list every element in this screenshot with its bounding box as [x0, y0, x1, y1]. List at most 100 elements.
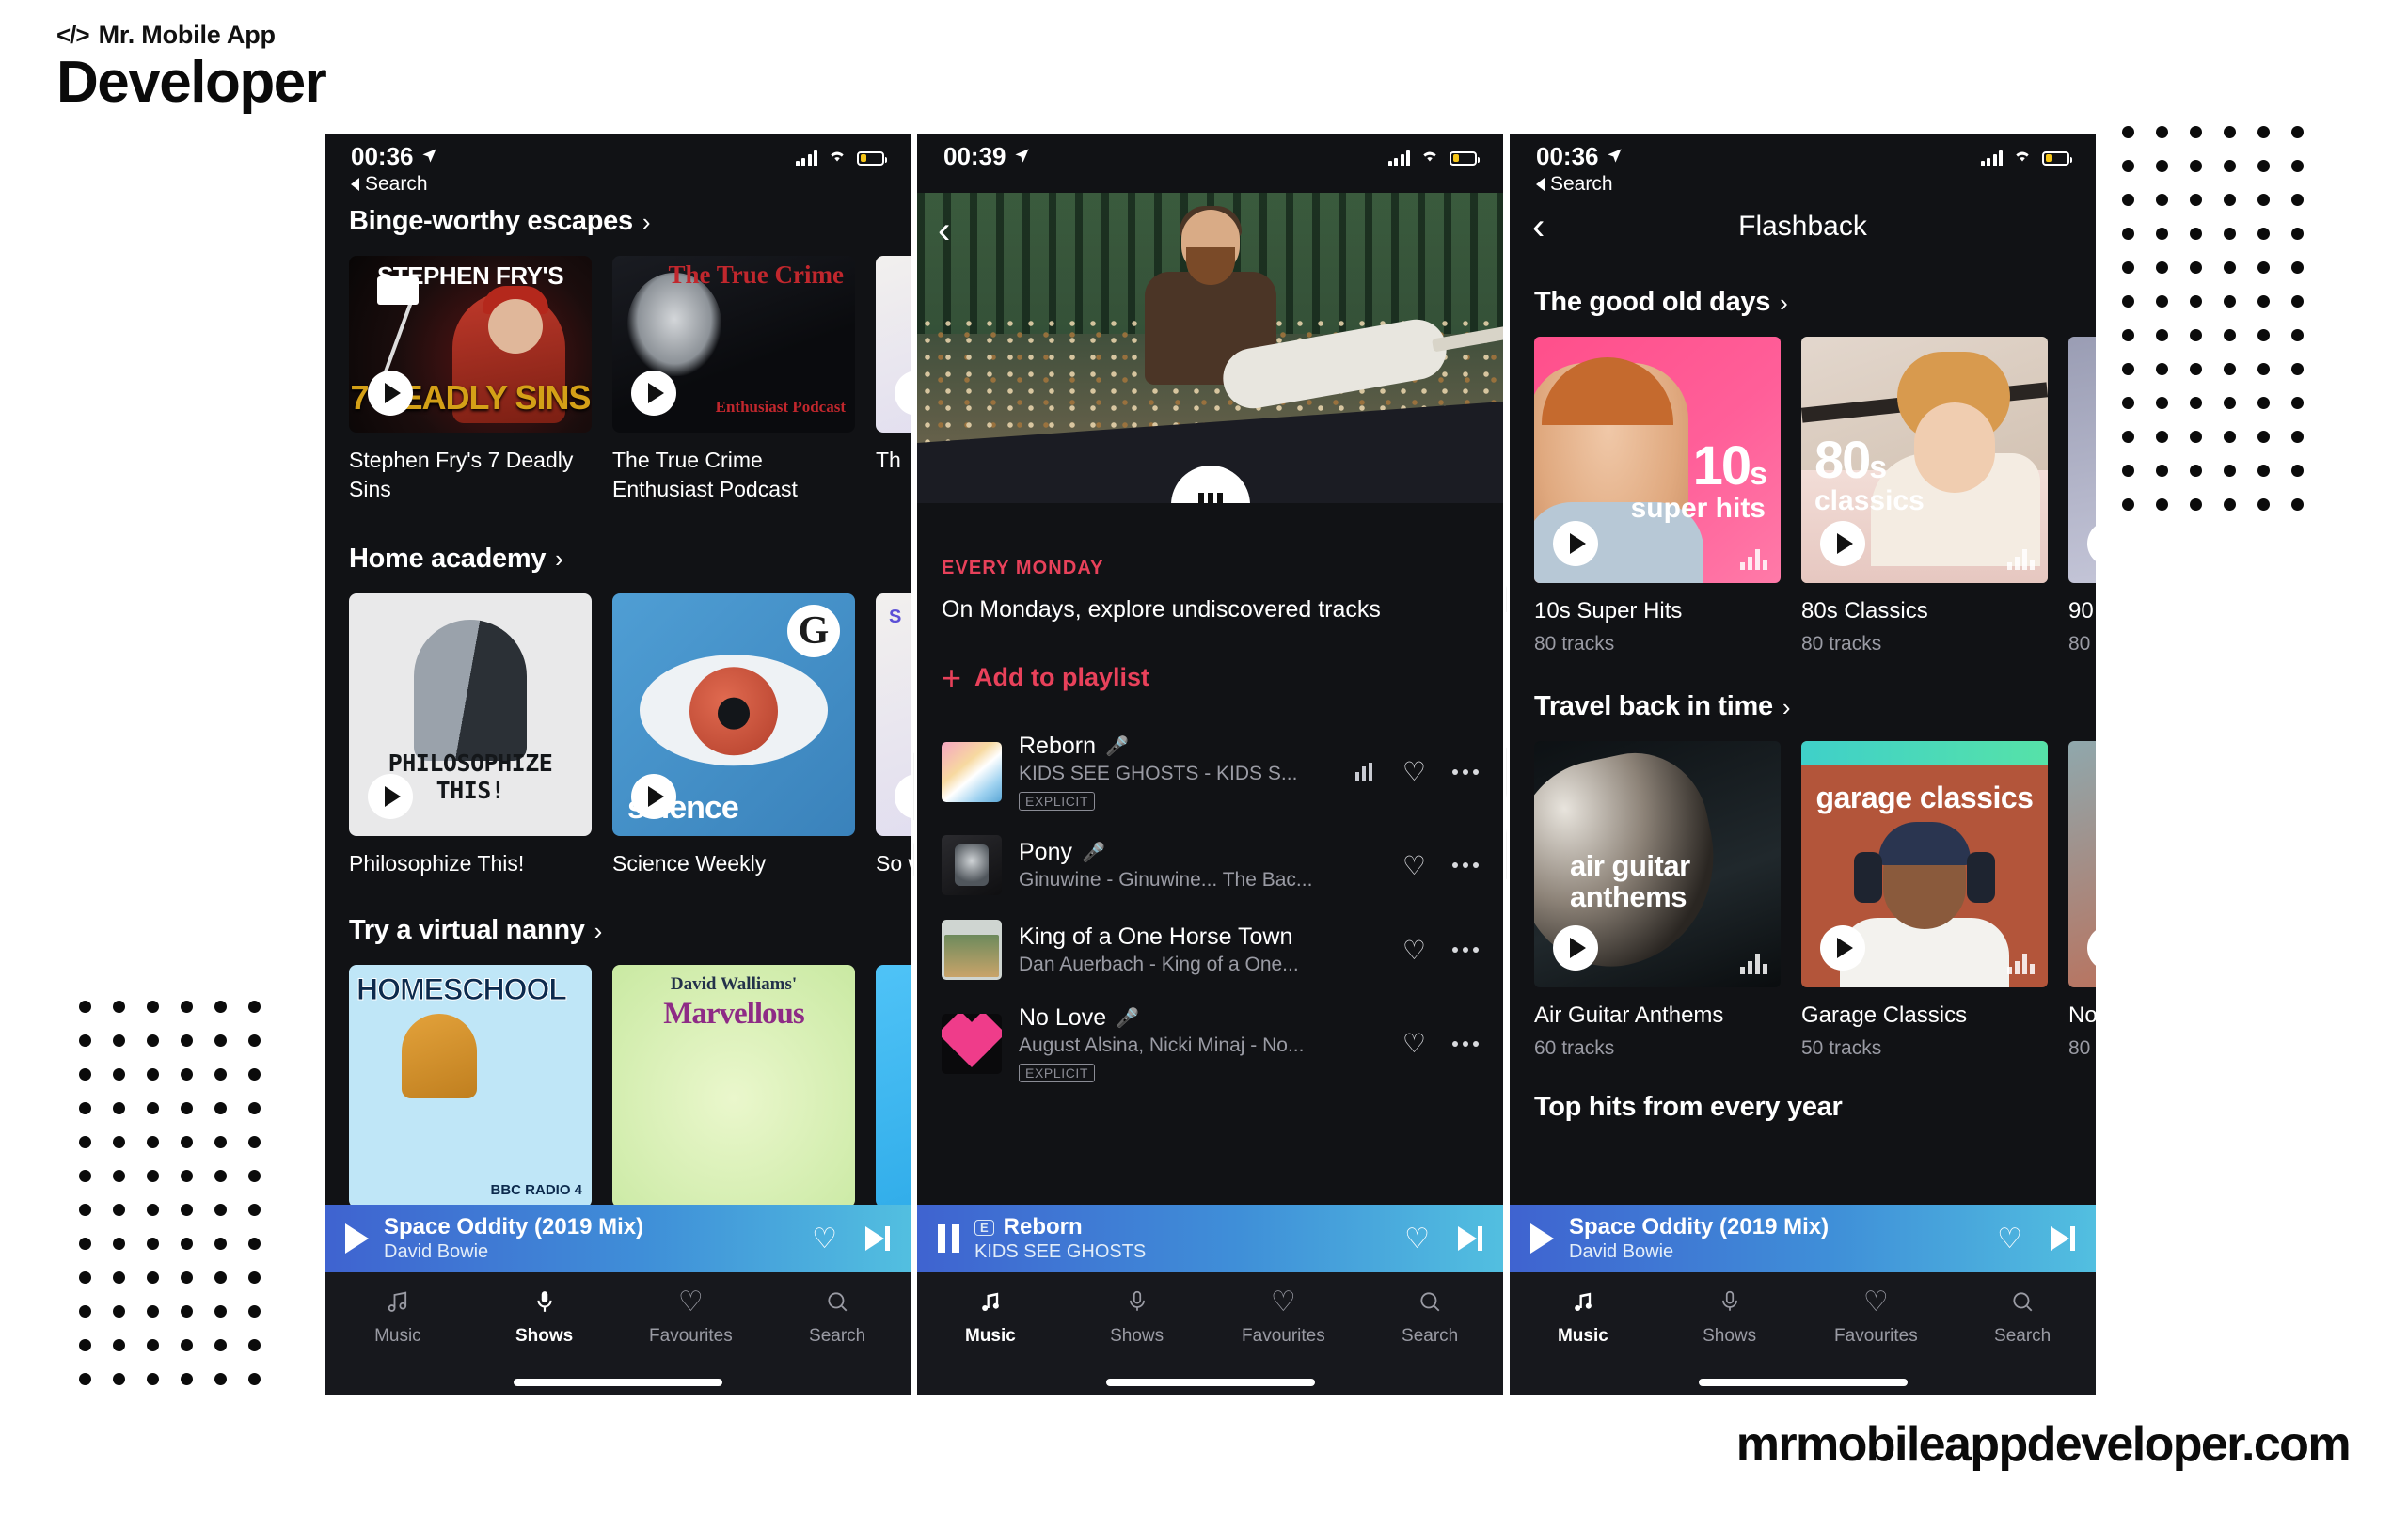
add-to-playlist-button[interactable]: + Add to playlist	[942, 660, 1479, 694]
skip-next-icon[interactable]	[2051, 1226, 2075, 1251]
playlist-artwork[interactable]	[2068, 741, 2096, 987]
playlist-card[interactable]: 80s classics 80s Classics 80 tracks	[1801, 337, 2048, 655]
playlist-artwork[interactable]: garage classics	[1801, 741, 2048, 987]
heart-outline-icon[interactable]: ♡	[1402, 1028, 1426, 1059]
back-button[interactable]: ‹	[1532, 208, 1545, 245]
tab-music[interactable]: Music	[325, 1286, 471, 1347]
play-button[interactable]	[2087, 925, 2096, 971]
show-artwork[interactable]: David Walliams' Marvellous	[612, 965, 855, 1208]
show-artwork[interactable]: S	[876, 592, 911, 836]
playlist-artwork[interactable]: 10s super hits	[1534, 337, 1781, 583]
heart-outline-icon[interactable]: ♡	[1402, 756, 1426, 787]
tab-search[interactable]: Search	[1949, 1286, 2096, 1347]
play-button[interactable]	[895, 773, 911, 819]
playlist-rail-good-old-days[interactable]: 10s super hits 10s Super Hits 80 tracks …	[1510, 337, 2096, 655]
show-artwork[interactable]: HOMESCHOOL BBC RADIO 4	[349, 965, 592, 1208]
playlist-card-partial[interactable]: No 80	[2068, 741, 2096, 1060]
play-button[interactable]	[2087, 521, 2096, 566]
show-card-partial[interactable]: Th	[876, 256, 911, 504]
skip-next-icon[interactable]	[865, 1226, 890, 1251]
microphone-small-icon[interactable]: 🎤	[1105, 734, 1129, 758]
section-header-home-academy[interactable]: Home academy ›	[325, 544, 911, 575]
track-row[interactable]: Pony 🎤 Ginuwine - Ginuwine... The Bac...…	[917, 823, 1503, 908]
play-button[interactable]	[1553, 521, 1598, 566]
show-card[interactable]: PHILOSOPHIZE THIS! Philosophize This!	[349, 592, 592, 878]
grid-dot	[237, 1192, 271, 1226]
play-button[interactable]	[631, 773, 676, 819]
playlist-artwork[interactable]: air guitar anthems	[1534, 741, 1781, 987]
tab-shows[interactable]: Shows	[1656, 1286, 1803, 1347]
show-artwork[interactable]: PHILOSOPHIZE THIS!	[349, 592, 592, 836]
heart-outline-icon[interactable]: ♡	[1997, 1223, 2022, 1255]
play-button[interactable]	[1553, 925, 1598, 971]
back-button[interactable]: ‹	[938, 212, 950, 249]
shows-rail-nanny[interactable]: HOMESCHOOL BBC RADIO 4 David Walliams' M…	[325, 965, 911, 1208]
show-artwork[interactable]	[876, 256, 911, 433]
heart-outline-icon[interactable]: ♡	[1402, 850, 1426, 881]
now-playing-bar[interactable]: Space Oddity (2019 Mix) David Bowie ♡	[325, 1205, 911, 1272]
show-card[interactable]: STEPHEN FRY'S 7 DEADLY SINS Stephen Fry'…	[349, 256, 592, 504]
heart-outline-icon[interactable]: ♡	[1404, 1223, 1430, 1255]
heart-outline-icon[interactable]: ♡	[812, 1223, 837, 1255]
microphone-small-icon[interactable]: 🎤	[1082, 841, 1105, 864]
play-button[interactable]	[1820, 521, 1865, 566]
microphone-small-icon[interactable]: 🎤	[1116, 1006, 1139, 1030]
play-icon[interactable]	[1530, 1223, 1554, 1254]
play-button[interactable]	[368, 773, 413, 819]
tab-search[interactable]: Search	[764, 1286, 911, 1347]
play-button[interactable]	[895, 371, 911, 416]
show-artwork[interactable]: The True Crime Enthusiast Podcast	[612, 256, 855, 433]
show-card-partial[interactable]	[876, 965, 911, 1208]
playlist-artwork[interactable]	[2068, 337, 2096, 583]
show-card[interactable]: HOMESCHOOL BBC RADIO 4	[349, 965, 592, 1208]
playlist-rail-travel-back[interactable]: air guitar anthems Air Guitar Anthems 60…	[1510, 741, 2096, 1060]
show-card[interactable]: G science Science Weekly	[612, 592, 855, 878]
track-row[interactable]: No Love 🎤 August Alsina, Nicki Minaj - N…	[917, 992, 1503, 1095]
playlist-card[interactable]: air guitar anthems Air Guitar Anthems 60…	[1534, 741, 1781, 1060]
playlist-artwork[interactable]: 80s classics	[1801, 337, 2048, 583]
playlist-card[interactable]: garage classics Garage Classics 50 track…	[1801, 741, 2048, 1060]
section-header-binge-worthy[interactable]: Binge-worthy escapes ›	[325, 206, 911, 237]
show-artwork[interactable]	[876, 965, 911, 1208]
section-header-good-old-days[interactable]: The good old days ›	[1510, 287, 2096, 318]
tab-bar[interactable]: Music Shows ♡ Favourites Search	[325, 1272, 911, 1370]
show-artwork[interactable]: G science	[612, 592, 855, 836]
more-dots-icon[interactable]	[1452, 1040, 1479, 1047]
track-row[interactable]: King of a One Horse Town Dan Auerbach - …	[917, 908, 1503, 992]
play-icon[interactable]	[345, 1223, 369, 1254]
section-header-top-hits[interactable]: Top hits from every year	[1510, 1092, 2096, 1123]
artwork-decade-suffix: s	[1869, 450, 1887, 485]
tab-bar[interactable]: Music Shows ♡ Favourites Search	[1510, 1272, 2096, 1370]
show-artwork[interactable]: STEPHEN FRY'S 7 DEADLY SINS	[349, 256, 592, 433]
play-button[interactable]	[631, 371, 676, 416]
show-card[interactable]: The True Crime Enthusiast Podcast The Tr…	[612, 256, 855, 504]
tab-search[interactable]: Search	[1356, 1286, 1503, 1347]
more-dots-icon[interactable]	[1452, 947, 1479, 953]
play-button[interactable]	[368, 371, 413, 416]
heart-outline-icon[interactable]: ♡	[1402, 935, 1426, 966]
show-card-partial[interactable]: S So wi	[876, 592, 911, 878]
play-button[interactable]	[1820, 925, 1865, 971]
playlist-card[interactable]: 10s super hits 10s Super Hits 80 tracks	[1534, 337, 1781, 655]
tab-favourites[interactable]: ♡ Favourites	[1211, 1286, 1357, 1347]
track-row[interactable]: Reborn 🎤 KIDS SEE GHOSTS - KIDS S... EXP…	[917, 720, 1503, 823]
playlist-card-partial[interactable]: 90 80	[2068, 337, 2096, 655]
tab-shows[interactable]: Shows	[1064, 1286, 1211, 1347]
now-playing-bar[interactable]: Space Oddity (2019 Mix) David Bowie ♡	[1510, 1205, 2096, 1272]
section-header-virtual-nanny[interactable]: Try a virtual nanny ›	[325, 915, 911, 946]
shows-rail-binge[interactable]: STEPHEN FRY'S 7 DEADLY SINS Stephen Fry'…	[325, 256, 911, 504]
tab-favourites[interactable]: ♡ Favourites	[618, 1286, 765, 1347]
more-dots-icon[interactable]	[1452, 768, 1479, 775]
tab-shows[interactable]: Shows	[471, 1286, 618, 1347]
section-header-travel-back[interactable]: Travel back in time ›	[1510, 691, 2096, 722]
pause-icon[interactable]	[938, 1224, 959, 1253]
show-card[interactable]: David Walliams' Marvellous	[612, 965, 855, 1208]
skip-next-icon[interactable]	[1458, 1226, 1482, 1251]
tab-music[interactable]: Music	[1510, 1286, 1656, 1347]
more-dots-icon[interactable]	[1452, 862, 1479, 868]
shows-rail-academy[interactable]: PHILOSOPHIZE THIS! Philosophize This! G …	[325, 592, 911, 878]
now-playing-bar[interactable]: E Reborn KIDS SEE GHOSTS ♡	[917, 1205, 1503, 1272]
tab-music[interactable]: Music	[917, 1286, 1064, 1347]
tab-bar[interactable]: Music Shows ♡ Favourites Search	[917, 1272, 1503, 1370]
tab-favourites[interactable]: ♡ Favourites	[1803, 1286, 1950, 1347]
